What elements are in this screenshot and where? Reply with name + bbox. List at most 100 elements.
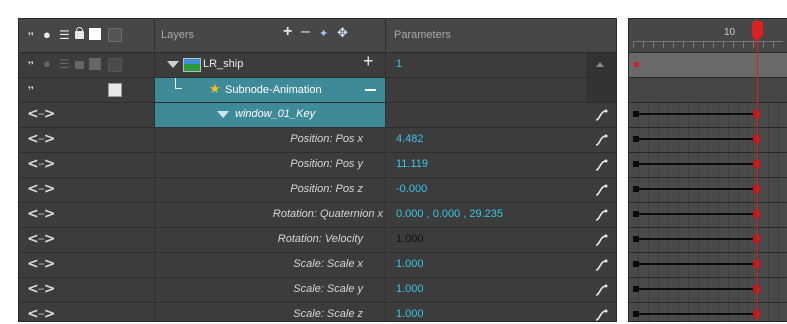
timeline-frames-panel[interactable]: 10 <box>628 18 787 322</box>
lock-icon[interactable] <box>75 61 84 69</box>
function-curve-icon[interactable] <box>594 108 608 122</box>
keyframe-navigation-arrows[interactable]: <–> <box>27 256 55 272</box>
playhead-line[interactable] <box>757 19 758 321</box>
parameter-value-cell[interactable]: 1.000 <box>386 253 586 277</box>
function-curve-icon[interactable] <box>594 158 608 172</box>
parameter-name-cell: Rotation: Quaternion x <box>155 203 386 227</box>
function-curve-icon[interactable] <box>594 183 608 197</box>
scroll-up-icon[interactable] <box>596 62 604 67</box>
keyframe-navigation-arrows[interactable]: <–> <box>27 306 55 321</box>
parameter-value-cell[interactable]: 4.482 <box>386 128 586 152</box>
add-drawing-icon[interactable]: ✥ <box>337 26 348 39</box>
show-icon[interactable]: ❜❜ <box>28 84 34 96</box>
keyframe-marker[interactable] <box>634 62 639 67</box>
parameter-value[interactable]: -0.000 <box>396 183 427 195</box>
parameter-value-cell[interactable]: 0.000 , 0.000 , 29.235 <box>386 203 586 227</box>
parameter-row-scale-z[interactable]: <–> Scale: Scale z 1.000 <box>19 303 616 322</box>
keyframe-navigation-arrows[interactable]: <–> <box>27 231 55 247</box>
parameter-name: Position: Pos z <box>290 183 363 195</box>
parameter-value-cell[interactable]: 1 <box>386 53 586 77</box>
color-swatch-icon[interactable] <box>108 83 122 97</box>
parameter-name: Position: Pos x <box>290 133 363 145</box>
layer-name-cell[interactable]: ★ Subnode-Animation <box>155 78 386 102</box>
parameter-value-cell <box>386 78 586 102</box>
keyframe-navigation-arrows[interactable]: <–> <box>27 131 55 147</box>
timeline-ruler[interactable]: 10 <box>629 19 787 53</box>
timeline-layers-panel: ❜❜ ● ☰ Layers + – ✦ ✥ Parameters ❜❜ ● ☰ <box>18 18 617 322</box>
show-all-icon[interactable]: ❜❜ <box>28 30 34 42</box>
add-peg-icon[interactable]: ✦ <box>319 28 328 40</box>
navigation-cell: <–> <box>19 103 155 127</box>
color-swatch-icon[interactable] <box>89 28 101 40</box>
function-curve-icon[interactable] <box>594 208 608 222</box>
timeline-parameter-track[interactable] <box>629 278 787 303</box>
parameter-row-pos-z[interactable]: <–> Position: Pos z -0.000 <box>19 178 616 203</box>
function-cell <box>586 178 616 202</box>
parameter-value-cell[interactable]: 1.000 <box>386 278 586 302</box>
parameter-value-cell[interactable]: 1.000 <box>386 228 586 252</box>
layer-row-lr-ship[interactable]: ❜❜ ● ☰ LR_ship + 1 <box>19 52 616 78</box>
keyframe-navigation-arrows[interactable]: <–> <box>27 156 55 172</box>
enable-icon[interactable]: ● <box>43 57 51 70</box>
timeline-track-subnode[interactable] <box>629 78 787 103</box>
expand-arrow-icon[interactable] <box>167 61 179 68</box>
parameter-value[interactable]: 1.000 <box>396 283 424 295</box>
parameter-value[interactable]: 0.000 , 0.000 , 29.235 <box>396 208 503 220</box>
layer-name-cell[interactable]: LR_ship + <box>155 52 386 77</box>
parameter-row-pos-y[interactable]: <–> Position: Pos y 11.119 <box>19 153 616 178</box>
parameter-value-cell[interactable]: -0.000 <box>386 178 586 202</box>
timeline-parameter-track[interactable] <box>629 203 787 228</box>
function-curve-icon[interactable] <box>594 233 608 247</box>
timeline-parameter-track[interactable] <box>629 153 787 178</box>
parameter-row-rotation-quaternion[interactable]: <–> Rotation: Quaternion x 0.000 , 0.000… <box>19 203 616 228</box>
layer-row-subnode-animation[interactable]: ❜❜ ★ Subnode-Animation <box>19 78 616 103</box>
parameter-value[interactable]: 11.119 <box>396 158 428 170</box>
keyframe-navigation-arrows[interactable]: <–> <box>27 281 55 297</box>
keyframe-navigation-arrows[interactable]: <–> <box>27 181 55 197</box>
parameter-value-cell[interactable]: 1.000 <box>386 303 586 321</box>
function-curve-icon[interactable] <box>594 133 608 147</box>
drawing-layer-icon <box>183 58 201 72</box>
display-toggle-icon[interactable] <box>108 58 122 72</box>
add-icon[interactable]: + <box>363 52 374 70</box>
parameter-row-rotation-velocity[interactable]: <–> Rotation: Velocity 1.000 <box>19 228 616 253</box>
parameter-value-cell <box>386 103 586 127</box>
timeline-parameter-track[interactable] <box>629 128 787 153</box>
layer-stack-icon[interactable]: ☰ <box>59 29 70 41</box>
parameter-row-scale-x[interactable]: <–> Scale: Scale x 1.000 <box>19 253 616 278</box>
parameter-value[interactable]: 1.000 <box>396 233 424 245</box>
remove-layer-icon[interactable]: – <box>301 24 310 40</box>
panel-header: ❜❜ ● ☰ Layers + – ✦ ✥ Parameters <box>19 19 616 53</box>
function-curve-icon[interactable] <box>594 258 608 272</box>
timeline-parameter-track[interactable] <box>629 253 787 278</box>
timeline-parameter-track[interactable] <box>629 103 787 128</box>
parameter-value[interactable]: 4.482 <box>396 133 424 145</box>
parameter-row-pos-x[interactable]: <–> Position: Pos x 4.482 <box>19 128 616 153</box>
add-layer-icon[interactable]: + <box>283 24 292 40</box>
show-icon[interactable]: ❜❜ <box>28 59 34 71</box>
collapse-minus-icon[interactable] <box>365 89 376 91</box>
function-curve-icon[interactable] <box>594 308 608 322</box>
display-toggle-icon[interactable] <box>108 28 122 42</box>
parameter-row-scale-y[interactable]: <–> Scale: Scale y 1.000 <box>19 278 616 303</box>
expand-arrow-icon[interactable] <box>217 111 229 118</box>
timeline-parameter-track[interactable] <box>629 228 787 253</box>
parameter-value[interactable]: 1 <box>396 58 402 70</box>
color-swatch-icon[interactable] <box>89 58 101 70</box>
timeline-track-lr-ship[interactable] <box>629 53 787 78</box>
keyframe-navigation-arrows[interactable]: <–> <box>27 106 55 122</box>
parameter-name: Scale: Scale x <box>293 258 363 270</box>
layer-name: Subnode-Animation <box>225 84 322 96</box>
parameter-value[interactable]: 1.000 <box>396 308 424 320</box>
layer-stack-icon[interactable]: ☰ <box>59 58 70 70</box>
parameter-value[interactable]: 1.000 <box>396 258 424 270</box>
function-curve-icon[interactable] <box>594 283 608 297</box>
layer-row-window-01-key[interactable]: <–> window_01_Key <box>19 103 616 128</box>
keyframe-navigation-arrows[interactable]: <–> <box>27 206 55 222</box>
playhead-handle[interactable] <box>752 21 763 36</box>
parameter-value-cell[interactable]: 11.119 <box>386 153 586 177</box>
timeline-parameter-track[interactable] <box>629 303 787 321</box>
enable-all-icon[interactable]: ● <box>43 28 51 41</box>
timeline-parameter-track[interactable] <box>629 178 787 203</box>
layer-name-cell[interactable]: window_01_Key <box>155 103 386 127</box>
